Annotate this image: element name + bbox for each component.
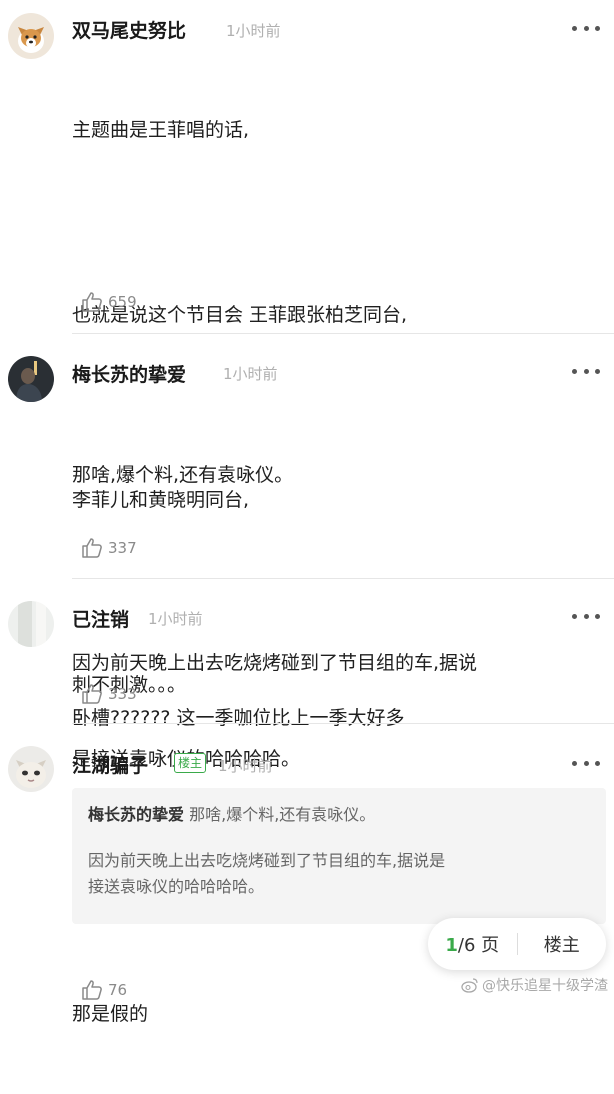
quote-first-line: 梅长苏的挚爱 那啥,爆个料,还有袁咏仪。 xyxy=(88,802,590,828)
text-line: 主题曲是王菲唱的话, xyxy=(72,119,250,141)
text-line: 卧槽?????? 这一季咖位比上一季大好多 xyxy=(72,707,405,729)
like-count: 333 xyxy=(108,685,137,703)
username[interactable]: 江湖骗子 xyxy=(72,751,148,778)
avatar[interactable] xyxy=(8,356,54,402)
quote-text: 因为前天晚上出去吃烧烤碰到了节目组的车,据说是 xyxy=(88,851,446,870)
avatar[interactable] xyxy=(8,746,54,792)
quote-text: 那啥,爆个料,还有袁咏仪。 xyxy=(189,805,376,824)
watermark-text: @快乐追星十级学渣 xyxy=(482,978,608,994)
floating-pager: 1/6 页 楼主 xyxy=(428,918,606,970)
thumbs-up-icon xyxy=(82,684,102,704)
cat-avatar-icon xyxy=(8,746,54,792)
quoted-comment[interactable]: 梅长苏的挚爱 那啥,爆个料,还有袁咏仪。 因为前天晚上出去吃烧烤碰到了节目组的车… xyxy=(72,788,606,924)
more-options-icon[interactable] xyxy=(572,610,600,622)
thumbs-up-icon xyxy=(82,292,102,312)
username[interactable]: 双马尾史努比 xyxy=(72,16,186,43)
page-total: /6 页 xyxy=(457,935,500,956)
like-button[interactable]: 337 xyxy=(80,536,137,560)
text-line: 那是假的 xyxy=(72,1003,149,1025)
like-count: 659 xyxy=(108,293,137,311)
quote-username: 梅长苏的挚爱 xyxy=(88,805,185,824)
like-count: 76 xyxy=(108,981,128,999)
thumbs-up-icon xyxy=(82,538,102,558)
comment-text: 卧槽?????? 这一季咖位比上一季大好多 xyxy=(72,638,594,798)
default-avatar-icon xyxy=(8,601,54,647)
like-button[interactable]: 76 xyxy=(80,978,127,1002)
text-line: 那啥,爆个料,还有袁咏仪。 xyxy=(72,464,294,486)
avatar[interactable] xyxy=(8,13,54,59)
watermark: @快乐追星十级学渣 xyxy=(461,975,608,995)
timestamp: 1小时前 xyxy=(148,610,203,628)
portrait-avatar-icon xyxy=(8,356,54,402)
quote-text: 接送袁咏仪的哈哈哈哈。 xyxy=(88,877,265,896)
dog-avatar-icon xyxy=(8,13,54,59)
op-only-button[interactable]: 楼主 xyxy=(518,931,607,957)
more-options-icon[interactable] xyxy=(572,757,600,769)
like-button[interactable]: 659 xyxy=(80,290,137,314)
like-button[interactable]: 333 xyxy=(80,682,137,706)
page-indicator[interactable]: 1/6 页 xyxy=(428,931,517,957)
op-badge: 楼主 xyxy=(174,753,207,773)
timestamp: 1小时前 xyxy=(226,22,281,40)
divider xyxy=(72,333,614,334)
username[interactable]: 梅长苏的挚爱 xyxy=(72,360,186,387)
weibo-logo-icon xyxy=(461,978,478,993)
username[interactable]: 已注销 xyxy=(72,605,129,632)
timestamp: 1小时前 xyxy=(218,757,273,775)
more-options-icon[interactable] xyxy=(572,365,600,377)
text-line: 也就是说这个节目会 王菲跟张柏芝同台, xyxy=(72,304,408,326)
divider xyxy=(72,578,614,579)
like-count: 337 xyxy=(108,539,137,557)
thumbs-up-icon xyxy=(82,980,102,1000)
avatar[interactable] xyxy=(8,601,54,647)
more-options-icon[interactable] xyxy=(572,22,600,34)
current-page: 1 xyxy=(445,935,458,956)
timestamp: 1小时前 xyxy=(223,365,278,383)
divider xyxy=(72,723,614,724)
